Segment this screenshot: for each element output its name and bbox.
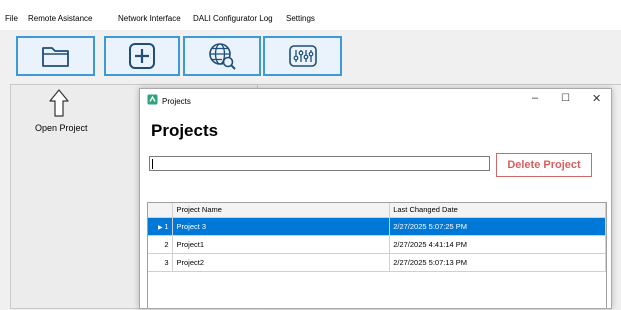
page-title: Projects bbox=[151, 121, 219, 140]
globe-search-icon bbox=[209, 43, 236, 70]
menu-remote-assistance[interactable]: Remote Asistance bbox=[28, 15, 92, 23]
open-project-button[interactable] bbox=[16, 36, 95, 76]
toolbar bbox=[0, 30, 621, 84]
delete-project-button[interactable]: Delete Project bbox=[496, 153, 592, 177]
menu-network-interface[interactable]: Network Interface bbox=[118, 15, 181, 23]
last-changed-cell[interactable]: 2/27/2025 5:07:13 PM bbox=[389, 253, 606, 272]
dialog-title-bar[interactable]: Projects – ☐ ✕ bbox=[140, 89, 611, 111]
row-header-corner bbox=[148, 203, 174, 218]
last-changed-cell[interactable]: 2/27/2025 5:07:25 PM bbox=[389, 217, 606, 236]
text-caret bbox=[152, 159, 153, 169]
arrow-up-icon bbox=[49, 89, 69, 117]
folder-icon bbox=[41, 47, 69, 67]
menu-file[interactable]: File bbox=[5, 15, 18, 23]
settings-sliders-button[interactable] bbox=[263, 36, 342, 76]
table-row[interactable]: ▶ 1 Project 3 2/27/2025 5:07:25 PM bbox=[148, 217, 606, 236]
maximize-icon[interactable]: ☐ bbox=[561, 93, 570, 104]
project-name-cell[interactable]: Project1 bbox=[172, 235, 391, 254]
menu-bar: File Remote Asistance Network Interface … bbox=[0, 0, 621, 30]
projects-dialog: Projects – ☐ ✕ Projects Delete Project P… bbox=[139, 88, 612, 309]
column-header-last-changed-date[interactable]: Last Changed Date bbox=[389, 203, 606, 218]
projects-grid: Project Name Last Changed Date ▶ 1 Proje… bbox=[147, 202, 607, 308]
project-name-cell[interactable]: Project 3 bbox=[172, 217, 391, 236]
menu-dali-configurator-log[interactable]: DALI Configurator Log bbox=[193, 15, 273, 23]
new-project-button[interactable] bbox=[104, 36, 180, 76]
grid-header-row: Project Name Last Changed Date bbox=[148, 203, 606, 218]
menu-settings[interactable]: Settings bbox=[286, 15, 315, 23]
close-icon[interactable]: ✕ bbox=[592, 92, 601, 105]
last-changed-cell[interactable]: 2/27/2025 4:41:14 PM bbox=[389, 235, 606, 254]
column-header-project-name[interactable]: Project Name bbox=[172, 203, 391, 218]
open-project-hint-label: Open Project bbox=[35, 123, 88, 133]
network-search-button[interactable] bbox=[183, 36, 261, 76]
project-name-cell[interactable]: Project2 bbox=[172, 253, 391, 272]
plus-icon bbox=[129, 43, 155, 69]
app-icon bbox=[147, 94, 158, 105]
table-row[interactable]: 2 Project1 2/27/2025 4:41:14 PM bbox=[148, 235, 606, 254]
project-name-input[interactable] bbox=[149, 156, 490, 171]
row-index[interactable]: 3 bbox=[148, 253, 174, 272]
dialog-window-title: Projects bbox=[162, 97, 191, 106]
table-row[interactable]: 3 Project2 2/27/2025 5:07:13 PM bbox=[148, 253, 606, 272]
minimize-icon[interactable]: – bbox=[532, 92, 538, 104]
row-index[interactable]: 2 bbox=[148, 235, 174, 254]
row-index[interactable]: ▶ 1 bbox=[148, 217, 174, 236]
sliders-icon bbox=[288, 45, 317, 67]
